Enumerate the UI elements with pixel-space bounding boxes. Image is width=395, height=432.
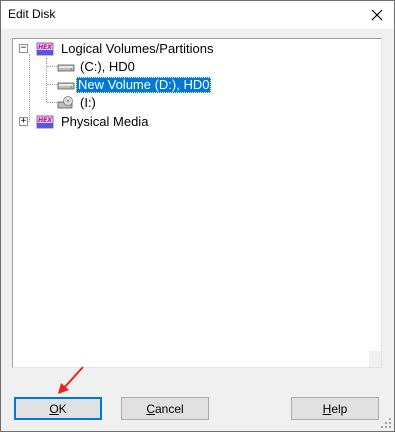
- tree-node-physical-media[interactable]: HEX Physical Media: [36, 113, 150, 131]
- cancel-button[interactable]: Cancel: [121, 397, 209, 420]
- window-title: Edit Disk: [8, 7, 56, 21]
- tree-connector: [29, 54, 30, 122]
- edit-disk-dialog: Edit Disk − HEX Logical Volumes/Partitio…: [0, 0, 395, 432]
- tree-node-drive-i[interactable]: (I:): [57, 94, 98, 112]
- tree-node-drive-c[interactable]: (C:), HD0: [57, 58, 137, 76]
- tree-node-label: New Volume (D:), HD0: [76, 77, 212, 93]
- tree-node-label: (C:), HD0: [80, 59, 135, 74]
- tree-connector: [47, 84, 57, 85]
- tree-node-label: Logical Volumes/Partitions: [61, 41, 214, 56]
- tree-node-label: Physical Media: [61, 114, 149, 129]
- ok-button-mnemonic: O: [49, 401, 59, 416]
- ok-button-label: K: [58, 401, 67, 416]
- optical-drive-icon: [57, 96, 73, 109]
- tree-node-drive-d[interactable]: New Volume (D:), HD0: [57, 76, 212, 94]
- tree-connector: [47, 102, 57, 103]
- help-button[interactable]: Help: [291, 397, 379, 420]
- svg-text:HEX: HEX: [38, 117, 52, 124]
- scroll-corner: [369, 351, 381, 367]
- disk-tree-view[interactable]: − HEX Logical Volumes/Partitions (C:), H…: [12, 38, 382, 368]
- tree-connector: [46, 58, 47, 102]
- cancel-button-label: ancel: [154, 401, 184, 416]
- close-icon: [371, 9, 383, 21]
- close-button[interactable]: [360, 1, 394, 29]
- hex-disk-icon: HEX: [36, 42, 54, 56]
- cancel-button-mnemonic: C: [146, 401, 155, 416]
- drive-icon: [57, 82, 75, 90]
- resize-grip-icon[interactable]: [380, 417, 392, 429]
- tree-node-logical-volumes[interactable]: HEX Logical Volumes/Partitions: [36, 40, 215, 58]
- help-button-label: elp: [331, 401, 348, 416]
- drive-icon: [57, 64, 75, 72]
- tree-node-label: (I:): [80, 95, 96, 110]
- hex-disk-icon: HEX: [36, 115, 54, 129]
- help-button-mnemonic: H: [322, 401, 332, 416]
- tree-connector: [47, 66, 57, 67]
- svg-text:HEX: HEX: [38, 44, 52, 51]
- annotation-arrow-icon: [58, 366, 84, 394]
- title-bar[interactable]: Edit Disk: [1, 1, 394, 29]
- ok-button[interactable]: OK: [14, 397, 102, 420]
- collapse-toggle[interactable]: −: [19, 44, 28, 53]
- expand-toggle[interactable]: +: [19, 117, 28, 126]
